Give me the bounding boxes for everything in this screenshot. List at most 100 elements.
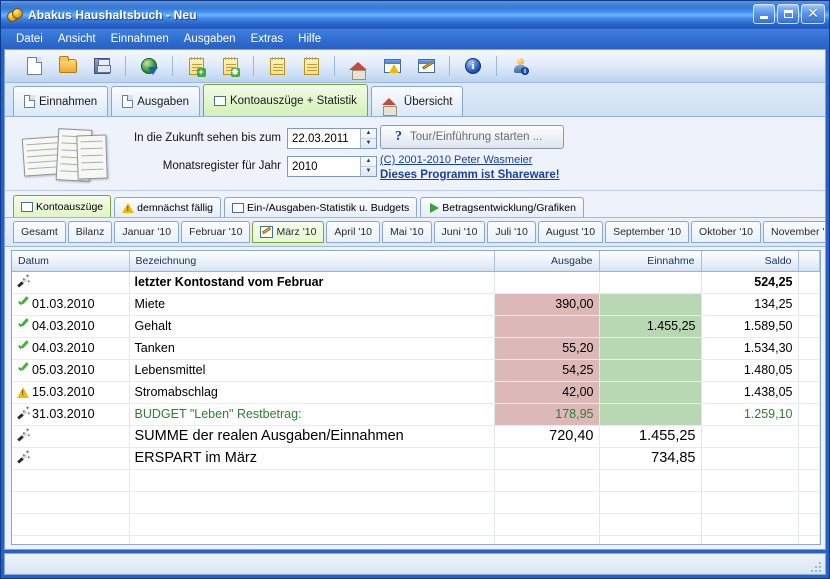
cell-date-text: 15.03.2010 [32, 385, 95, 399]
menu-item-ansicht[interactable]: Ansicht [51, 31, 104, 47]
copyright-link[interactable]: (C) 2001-2010 Peter Wasmeier [380, 154, 564, 166]
floppy-disk-icon [94, 58, 110, 74]
month-tab-juli[interactable]: Juli '10 [487, 221, 535, 243]
table-row[interactable]: ✦✦✦ SUMME der realen Ausgaben/Einnahmen … [12, 425, 820, 447]
green-check-icon [17, 298, 30, 310]
table-row[interactable]: ✦✦✦ letzter Kontostand vom Februar 524,2… [12, 271, 820, 293]
month-tab-januar[interactable]: Januar '10 [114, 221, 179, 243]
month-tab-april[interactable]: April '10 [326, 221, 380, 243]
toolbar-save[interactable] [85, 52, 119, 80]
cell-description: Miete [129, 293, 494, 315]
cell-einnahme [599, 271, 701, 293]
table-row[interactable]: 01.03.2010 Miete 390,00 134,25 [12, 293, 820, 315]
month-tab-mai[interactable]: Mai '10 [382, 221, 432, 243]
close-button[interactable]: ✕ [801, 4, 825, 24]
toolbar-edit-entry[interactable] [409, 52, 443, 80]
month-tab-label: September '10 [613, 226, 681, 238]
menu-item-datei[interactable]: Datei [9, 31, 51, 47]
year-label: Monatsregister für Jahr [129, 160, 281, 172]
table-row-empty[interactable] [12, 469, 820, 491]
month-tab-oktober[interactable]: Oktober '10 [691, 221, 761, 243]
toolbar-new-document[interactable] [17, 52, 51, 80]
table-row[interactable]: ✦✦✦ 31.03.2010 BUDGET "Leben" Restbetrag… [12, 403, 820, 425]
spin-up-icon[interactable]: ▲ [361, 129, 376, 139]
toolbar-new-income[interactable]: + [179, 52, 213, 80]
minimize-button[interactable] [753, 4, 775, 24]
future-date-value[interactable]: 22.03.2011 [288, 129, 360, 148]
spin-down-icon[interactable]: ▼ [361, 139, 376, 148]
cell-saldo: 1.589,50 [701, 315, 798, 337]
table-row[interactable]: ✦✦✦ ERSPART im März 734,85 [12, 447, 820, 469]
toolbar-download-update[interactable] [132, 52, 166, 80]
month-tab-november[interactable]: November '10 [763, 221, 826, 243]
maximize-button[interactable] [777, 4, 799, 24]
cell-empty [599, 491, 701, 513]
subtab-label: Betragsentwicklung/Grafiken [442, 202, 576, 214]
month-tab-maerz[interactable]: März '10 [252, 221, 324, 243]
table-row[interactable]: 15.03.2010 Stromabschlag 42,00 1.438,05 [12, 381, 820, 403]
cell-empty [798, 513, 820, 535]
table-row[interactable]: 04.03.2010 Gehalt 1.455,25 1.589,50 [12, 315, 820, 337]
menu-item-extras[interactable]: Extras [244, 31, 292, 47]
toolbar-list-all[interactable] [294, 52, 328, 80]
folder-icon [59, 59, 77, 73]
spin-up-icon[interactable]: ▲ [361, 157, 376, 167]
toolbar-new-expense[interactable]: ✸ [213, 52, 247, 80]
window-pencil-icon [418, 59, 435, 73]
column-header-einnahme[interactable]: Einnahme [599, 251, 701, 271]
notepad-star-icon: ✸ [223, 58, 238, 75]
table-row-empty[interactable] [12, 535, 820, 545]
spin-down-icon[interactable]: ▼ [361, 167, 376, 176]
month-tab-februar[interactable]: Februar '10 [181, 221, 250, 243]
cell-empty [798, 491, 820, 513]
month-tab-juni[interactable]: Juni '10 [434, 221, 486, 243]
subtab-betragsentwicklung[interactable]: Betragsentwicklung/Grafiken [420, 197, 584, 217]
menu-item-einnahmen[interactable]: Einnahmen [104, 31, 177, 47]
column-header-bezeichnung[interactable]: Bezeichnung [129, 251, 494, 271]
tab-ausgaben[interactable]: Ausgaben [111, 86, 200, 116]
toolbar-about-info[interactable]: i [456, 52, 490, 80]
menu-item-ausgaben[interactable]: Ausgaben [177, 31, 244, 47]
menu-item-hilfe[interactable]: Hilfe [291, 31, 329, 47]
month-tab-gesamt[interactable]: Gesamt [13, 221, 66, 243]
window-warning-icon [384, 59, 401, 73]
tab-uebersicht[interactable]: Übersicht [371, 86, 464, 116]
globe-download-icon [141, 58, 157, 74]
month-tab-september[interactable]: September '10 [605, 221, 689, 243]
resize-grip-icon[interactable] [811, 560, 823, 572]
month-tab-august[interactable]: August '10 [538, 221, 603, 243]
year-stepper[interactable]: 2010 ▲ ▼ [287, 156, 377, 177]
toolbar-overview-home[interactable] [341, 52, 375, 80]
month-tab-bilanz[interactable]: Bilanz [68, 221, 113, 243]
transactions-grid[interactable]: Datum Bezeichnung Ausgabe Einnahme Saldo… [11, 250, 821, 545]
toolbar-user-info[interactable]: i [503, 52, 537, 80]
column-header-datum[interactable]: Datum [12, 251, 129, 271]
subtab-statistik-budgets[interactable]: Ein-/Ausgaben-Statistik u. Budgets [224, 197, 417, 217]
month-tab-label: Bilanz [76, 226, 105, 238]
tab-kontoauszuege-statistik[interactable]: Kontoauszüge + Statistik [203, 84, 368, 116]
column-header-saldo[interactable]: Saldo [701, 251, 798, 271]
subtab-kontoauszuege[interactable]: Kontoauszüge [13, 195, 111, 217]
cell-date-text: 04.03.2010 [32, 319, 95, 333]
future-date-spin-buttons[interactable]: ▲ ▼ [360, 129, 376, 148]
menu-label: Datei [16, 33, 43, 45]
tab-einnahmen[interactable]: Einnahmen [13, 86, 108, 116]
cell-description: Gehalt [129, 315, 494, 337]
toolbar-open-folder[interactable] [51, 52, 85, 80]
year-value[interactable]: 2010 [288, 157, 360, 176]
tour-start-button[interactable]: ? Tour/Einführung starten ... [380, 125, 564, 149]
column-header-ausgabe[interactable]: Ausgabe [494, 251, 599, 271]
subtab-demnaechst-faellig[interactable]: demnächst fällig [114, 197, 221, 217]
table-row-empty[interactable] [12, 491, 820, 513]
table-row[interactable]: 04.03.2010 Tanken 55,20 1.534,30 [12, 337, 820, 359]
table-row-empty[interactable] [12, 513, 820, 535]
notepad-lines-icon [304, 58, 319, 75]
toolbar-due-soon[interactable] [375, 52, 409, 80]
future-date-stepper[interactable]: 22.03.2011 ▲ ▼ [287, 128, 377, 149]
toolbar-list-entries[interactable] [260, 52, 294, 80]
title-bar[interactable]: Abakus Haushaltsbuch - Neu ✕ [1, 1, 829, 29]
year-spin-buttons[interactable]: ▲ ▼ [360, 157, 376, 176]
shareware-link[interactable]: Dieses Programm ist Shareware! [380, 169, 564, 181]
table-row[interactable]: 05.03.2010 Lebensmittel 54,25 1.480,05 [12, 359, 820, 381]
cell-description: Stromabschlag [129, 381, 494, 403]
